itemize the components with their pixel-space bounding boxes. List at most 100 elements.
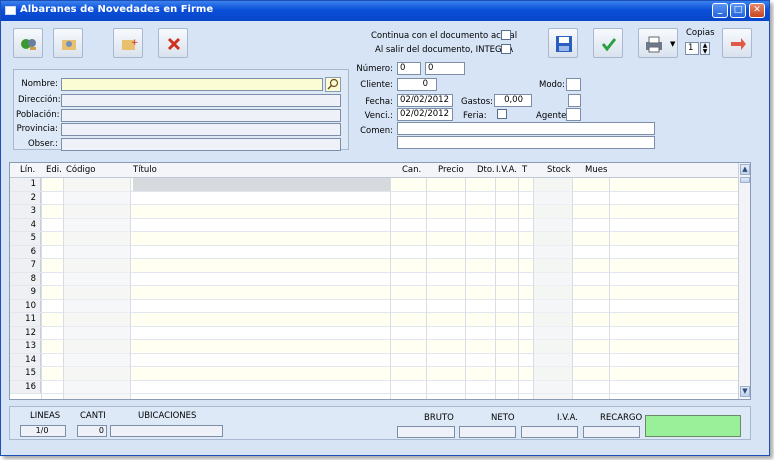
row-number: 8	[10, 272, 41, 285]
delete-x-icon	[167, 37, 181, 51]
table-header: Lín. Edi. Código Título Can. Precio Dto.…	[10, 163, 740, 178]
row-number: 9	[10, 286, 41, 299]
col-edi[interactable]: Edi.	[46, 165, 62, 175]
canti-value: 0	[77, 425, 107, 437]
row-number: 10	[10, 299, 41, 312]
gastos-input[interactable]: 0,00	[494, 94, 532, 107]
row-number: 4	[10, 218, 41, 231]
print-dropdown-icon[interactable]: ▼	[670, 40, 675, 48]
copias-input[interactable]: 1	[685, 42, 699, 55]
close-button[interactable]: ✕	[749, 3, 765, 18]
row-number: 12	[10, 326, 41, 339]
comen-input-1[interactable]	[397, 122, 655, 135]
row-number: 11	[10, 313, 41, 326]
col-precio[interactable]: Precio	[438, 165, 464, 175]
venci-label: Venci.:	[364, 111, 393, 121]
total-box	[645, 415, 741, 437]
row-number: 15	[10, 367, 41, 380]
row-number: 16	[10, 380, 41, 393]
iva-value	[521, 426, 578, 438]
obser-label: Obser.:	[27, 139, 58, 149]
direccion-input[interactable]	[61, 94, 341, 107]
col-codigo[interactable]: Código	[66, 165, 96, 175]
vertical-scrollbar[interactable]: ▲ ▼	[738, 163, 750, 399]
row-number: 13	[10, 340, 41, 353]
neto-value	[459, 426, 516, 438]
scroll-down-arrow[interactable]: ▼	[740, 386, 750, 397]
obser-input[interactable]	[61, 138, 341, 151]
search-users-button[interactable]	[13, 28, 43, 58]
new-document-button[interactable]: +	[113, 28, 143, 58]
poblacion-input[interactable]	[61, 109, 341, 122]
ubicaciones-value	[110, 425, 223, 437]
copias-spinner[interactable]: ▲ ▼	[700, 42, 710, 55]
continua-label: Continua con el documento actual	[371, 31, 518, 41]
cliente-label: Cliente:	[360, 80, 393, 90]
lines-table[interactable]: Lín. Edi. Código Título Can. Precio Dto.…	[9, 162, 751, 400]
venci-input[interactable]: 02/02/2012	[397, 108, 453, 121]
maximize-button[interactable]: □	[730, 3, 746, 18]
direccion-label: Dirección:	[18, 95, 61, 105]
scroll-up-arrow[interactable]: ▲	[740, 164, 750, 175]
ubicaciones-label: UBICACIONES	[138, 411, 197, 421]
nombre-search-button[interactable]	[325, 77, 341, 92]
numero-input[interactable]: 0	[397, 62, 421, 75]
col-mues[interactable]: Mues	[585, 165, 607, 175]
col-stock[interactable]: Stock	[547, 165, 571, 175]
printer-icon	[646, 36, 662, 53]
title-bar[interactable]: Albaranes de Novedades en Firme _ □ ✕	[1, 1, 769, 21]
fecha-label: Fecha:	[365, 97, 393, 107]
agente-input[interactable]	[566, 108, 581, 121]
col-dto[interactable]: Dto.	[477, 165, 495, 175]
poblacion-label: Población:	[16, 110, 60, 120]
nombre-label: Nombre:	[21, 79, 58, 89]
scroll-thumb[interactable]	[740, 177, 750, 183]
iva-label: I.V.A.	[557, 413, 578, 423]
col-iva[interactable]: I.V.A.	[496, 165, 517, 175]
row-number: 6	[10, 245, 41, 258]
comen-input-2[interactable]	[397, 136, 655, 149]
open-folder-button[interactable]	[53, 28, 83, 58]
checkmark-icon	[601, 38, 617, 52]
nombre-input[interactable]	[61, 78, 323, 91]
bruto-value	[397, 426, 455, 438]
cliente-input[interactable]: 0	[397, 78, 437, 91]
feria-checkbox[interactable]	[497, 109, 507, 119]
delete-button[interactable]	[158, 28, 188, 58]
new-folder-icon: +	[122, 38, 138, 50]
print-button[interactable]: ▼	[638, 28, 678, 58]
minimize-button[interactable]: _	[712, 3, 728, 18]
col-t[interactable]: T	[522, 165, 527, 175]
feria-label: Feria:	[463, 111, 487, 121]
copias-label: Copias	[686, 28, 715, 38]
users-search-icon	[21, 39, 36, 50]
provincia-label: Provincia:	[16, 124, 58, 134]
fecha-input[interactable]: 02/02/2012	[397, 94, 453, 107]
codigo-column-shade	[64, 178, 130, 399]
lineas-value: 1/0	[20, 425, 66, 437]
row-number: 2	[10, 191, 41, 204]
col-titulo[interactable]: Título	[133, 165, 157, 175]
totals-footer: LINEAS 1/0 CANTI 0 UBICACIONES BRUTO NET…	[9, 406, 751, 440]
modo-extra-input[interactable]	[568, 94, 581, 107]
col-can[interactable]: Can.	[402, 165, 421, 175]
window-title: Albaranes de Novedades en Firme	[20, 4, 214, 15]
continua-checkbox[interactable]	[501, 30, 511, 40]
provincia-input[interactable]	[61, 123, 341, 136]
modo-label: Modo:	[539, 80, 565, 90]
numero-serie-input[interactable]: 0	[425, 62, 465, 75]
row-number: 3	[10, 205, 41, 218]
integra-checkbox[interactable]	[501, 44, 511, 54]
row-number: 1	[10, 178, 41, 191]
svg-text:+: +	[131, 38, 138, 48]
row-number: 14	[10, 353, 41, 366]
accept-button[interactable]	[593, 28, 623, 58]
exit-button[interactable]	[722, 28, 752, 58]
modo-input[interactable]	[566, 78, 581, 91]
client-panel: Nombre: Dirección: Población: Provincia:…	[13, 69, 349, 151]
neto-label: NETO	[491, 413, 515, 423]
col-lin[interactable]: Lín.	[20, 165, 35, 175]
save-button[interactable]	[548, 28, 578, 58]
row-number: 7	[10, 259, 41, 272]
active-cell-titulo[interactable]	[133, 178, 390, 191]
